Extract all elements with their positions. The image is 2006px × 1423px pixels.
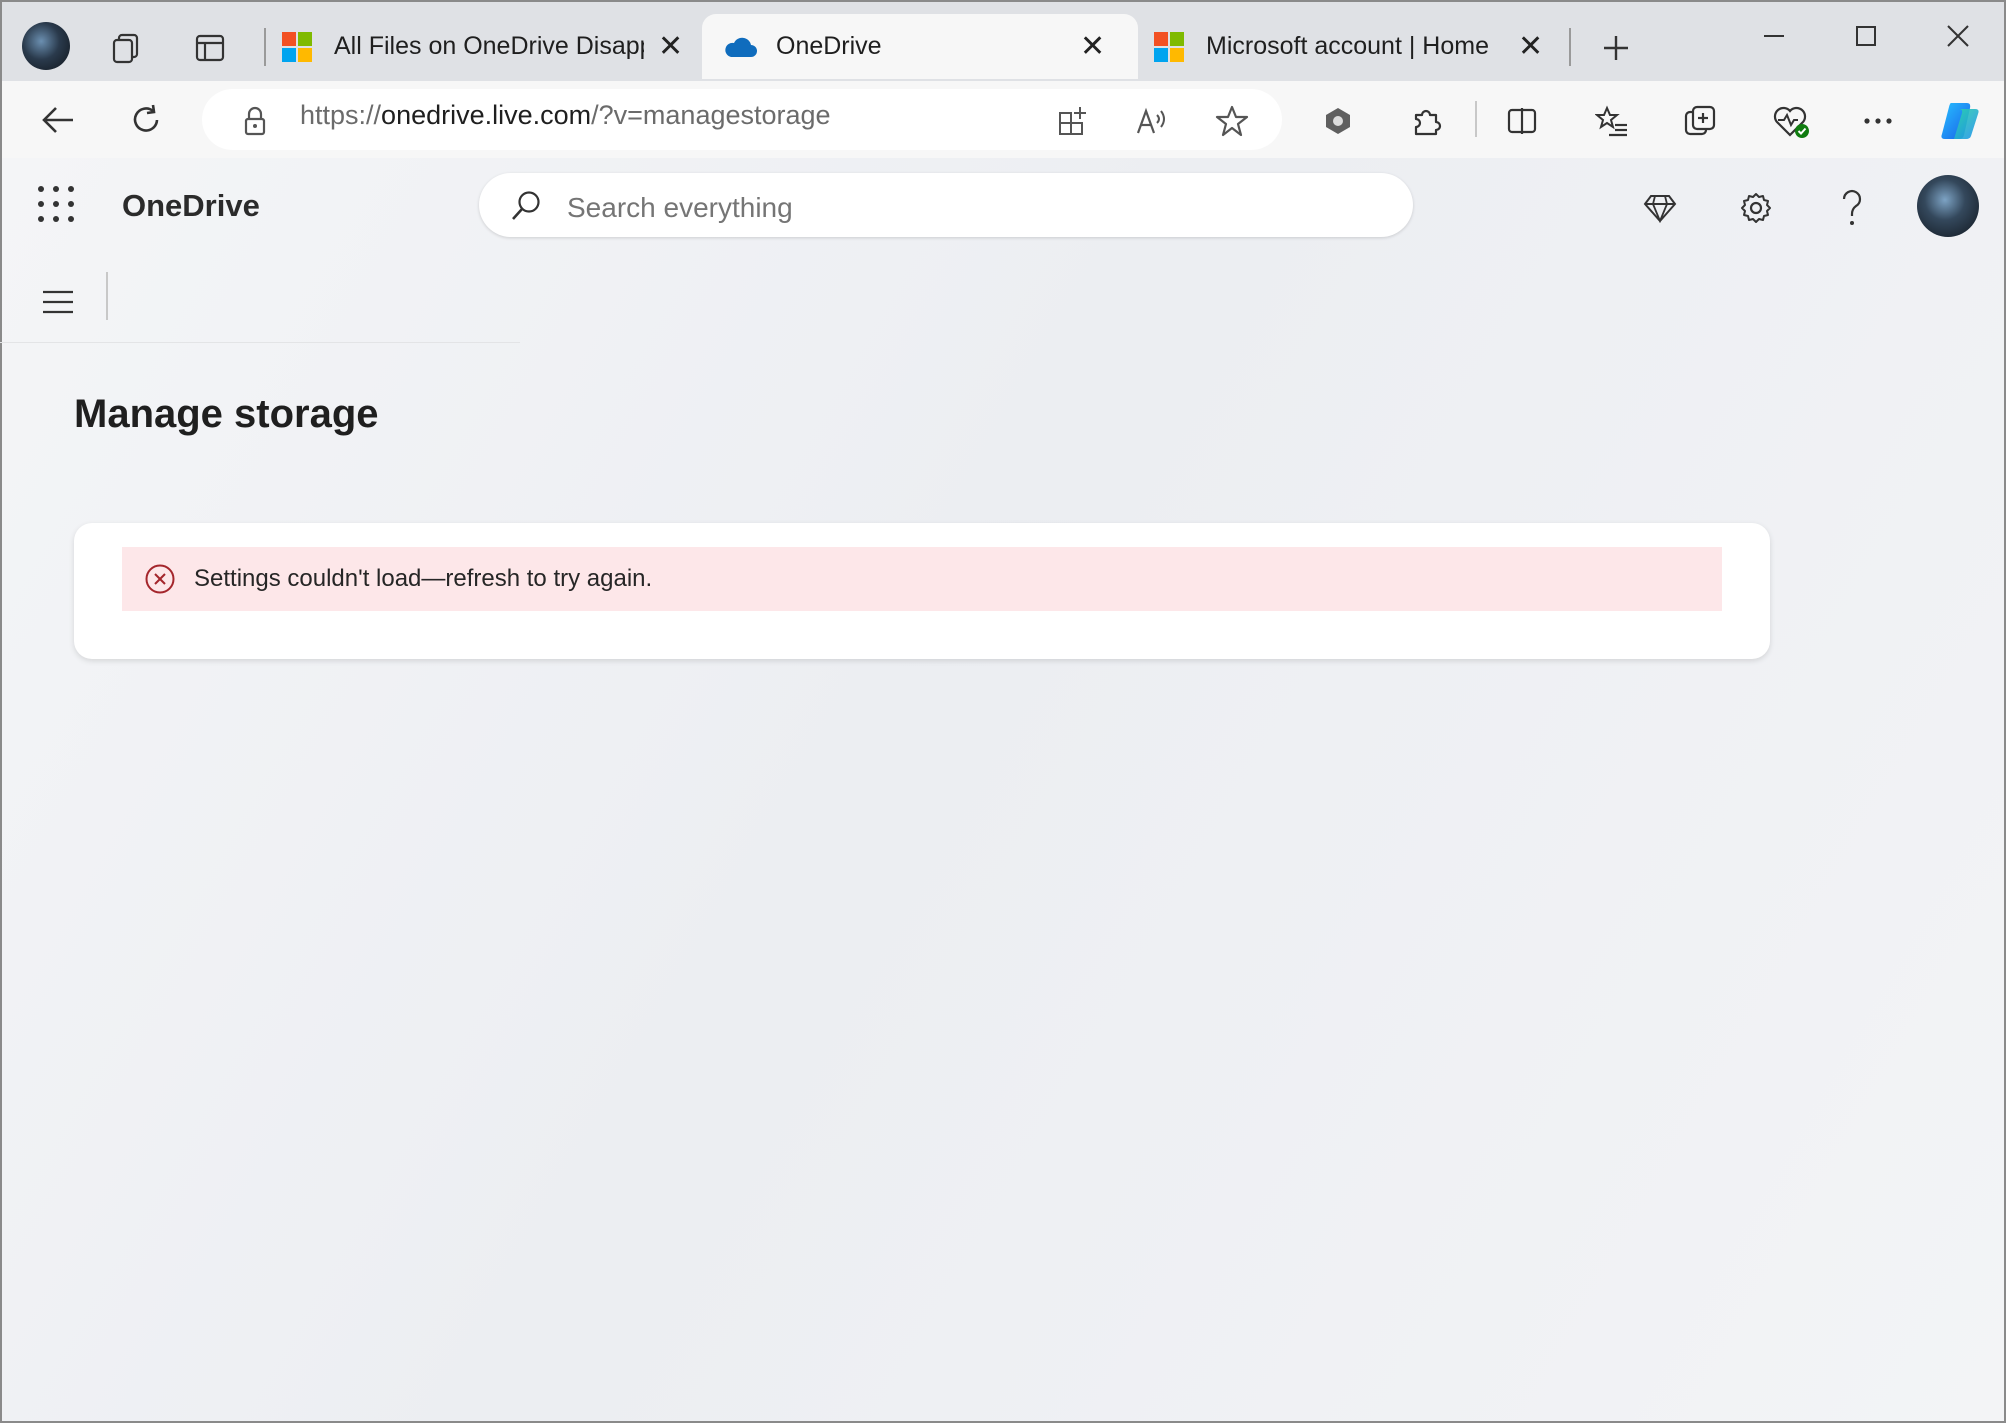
minimize-icon[interactable] bbox=[1756, 18, 1792, 54]
close-tab-icon[interactable]: ✕ bbox=[658, 29, 683, 64]
tab-label: OneDrive bbox=[776, 32, 882, 60]
error-circle-x-icon bbox=[144, 563, 176, 595]
error-message: Settings couldn't load—refresh to try ag… bbox=[194, 565, 653, 592]
tab-onedrive[interactable]: OneDrive ✕ bbox=[702, 14, 1138, 79]
help-icon[interactable] bbox=[1832, 186, 1872, 230]
app-launcher-icon[interactable] bbox=[38, 186, 74, 222]
command-bar-separator bbox=[106, 272, 108, 320]
maximize-icon[interactable] bbox=[1848, 18, 1884, 54]
url-domain: onedrive.live.com bbox=[381, 100, 592, 130]
tab-microsoft-account[interactable]: Microsoft account | Home ✕ bbox=[1154, 14, 1556, 79]
close-tab-icon[interactable]: ✕ bbox=[1518, 29, 1543, 64]
command-bar-divider bbox=[0, 342, 520, 343]
extensions-puzzle-icon[interactable] bbox=[1406, 101, 1446, 141]
app-brand[interactable]: OneDrive bbox=[122, 188, 260, 224]
error-banner: Settings couldn't load—refresh to try ag… bbox=[122, 547, 1722, 611]
lock-icon[interactable] bbox=[240, 104, 270, 138]
collections-icon[interactable] bbox=[1680, 101, 1720, 141]
toolbar-separator bbox=[1475, 101, 1477, 137]
copilot-icon[interactable] bbox=[1936, 98, 1984, 144]
close-window-icon[interactable] bbox=[1940, 18, 1976, 54]
tab-all-files[interactable]: All Files on OneDrive Disappe ✕ bbox=[282, 14, 692, 79]
microsoft-logo-icon bbox=[282, 31, 312, 62]
app-available-icon[interactable] bbox=[1053, 101, 1093, 141]
settings-gear-icon[interactable] bbox=[1736, 188, 1776, 228]
url-text[interactable]: https://onedrive.live.com/?v=managestora… bbox=[300, 100, 831, 131]
favorites-list-icon[interactable] bbox=[1592, 101, 1632, 141]
microsoft-logo-icon bbox=[1154, 31, 1184, 62]
onedrive-cloud-icon bbox=[722, 35, 758, 59]
tab-label: All Files on OneDrive Disappe bbox=[334, 32, 644, 60]
user-avatar[interactable] bbox=[1917, 175, 1979, 237]
vertical-tabs-icon[interactable] bbox=[190, 28, 230, 68]
url-path: /?v=managestorage bbox=[591, 100, 831, 130]
close-tab-icon[interactable]: ✕ bbox=[1080, 29, 1105, 64]
page-content bbox=[2, 158, 2004, 1421]
hamburger-menu-icon[interactable] bbox=[38, 282, 78, 322]
split-screen-icon[interactable] bbox=[1502, 101, 1542, 141]
tab-separator bbox=[1569, 28, 1571, 66]
url-prefix: https:// bbox=[300, 100, 382, 130]
browser-essentials-heart-icon[interactable] bbox=[1770, 101, 1814, 141]
workspaces-icon[interactable] bbox=[106, 28, 146, 68]
read-aloud-icon[interactable] bbox=[1132, 101, 1172, 141]
extension-hexagon-icon[interactable] bbox=[1318, 101, 1358, 141]
back-arrow-icon[interactable] bbox=[36, 100, 80, 140]
page-title: Manage storage bbox=[74, 392, 379, 436]
search-icon[interactable] bbox=[508, 188, 544, 224]
browser-profile-avatar[interactable] bbox=[22, 22, 70, 70]
tab-separator bbox=[264, 28, 266, 66]
refresh-icon[interactable] bbox=[126, 100, 166, 140]
search-input[interactable] bbox=[567, 192, 1367, 224]
favorite-star-icon[interactable] bbox=[1212, 101, 1252, 141]
more-options-icon[interactable] bbox=[1858, 101, 1898, 141]
tab-label: Microsoft account | Home bbox=[1206, 32, 1489, 60]
new-tab-icon[interactable] bbox=[1596, 28, 1636, 68]
premium-diamond-icon[interactable] bbox=[1640, 188, 1680, 228]
